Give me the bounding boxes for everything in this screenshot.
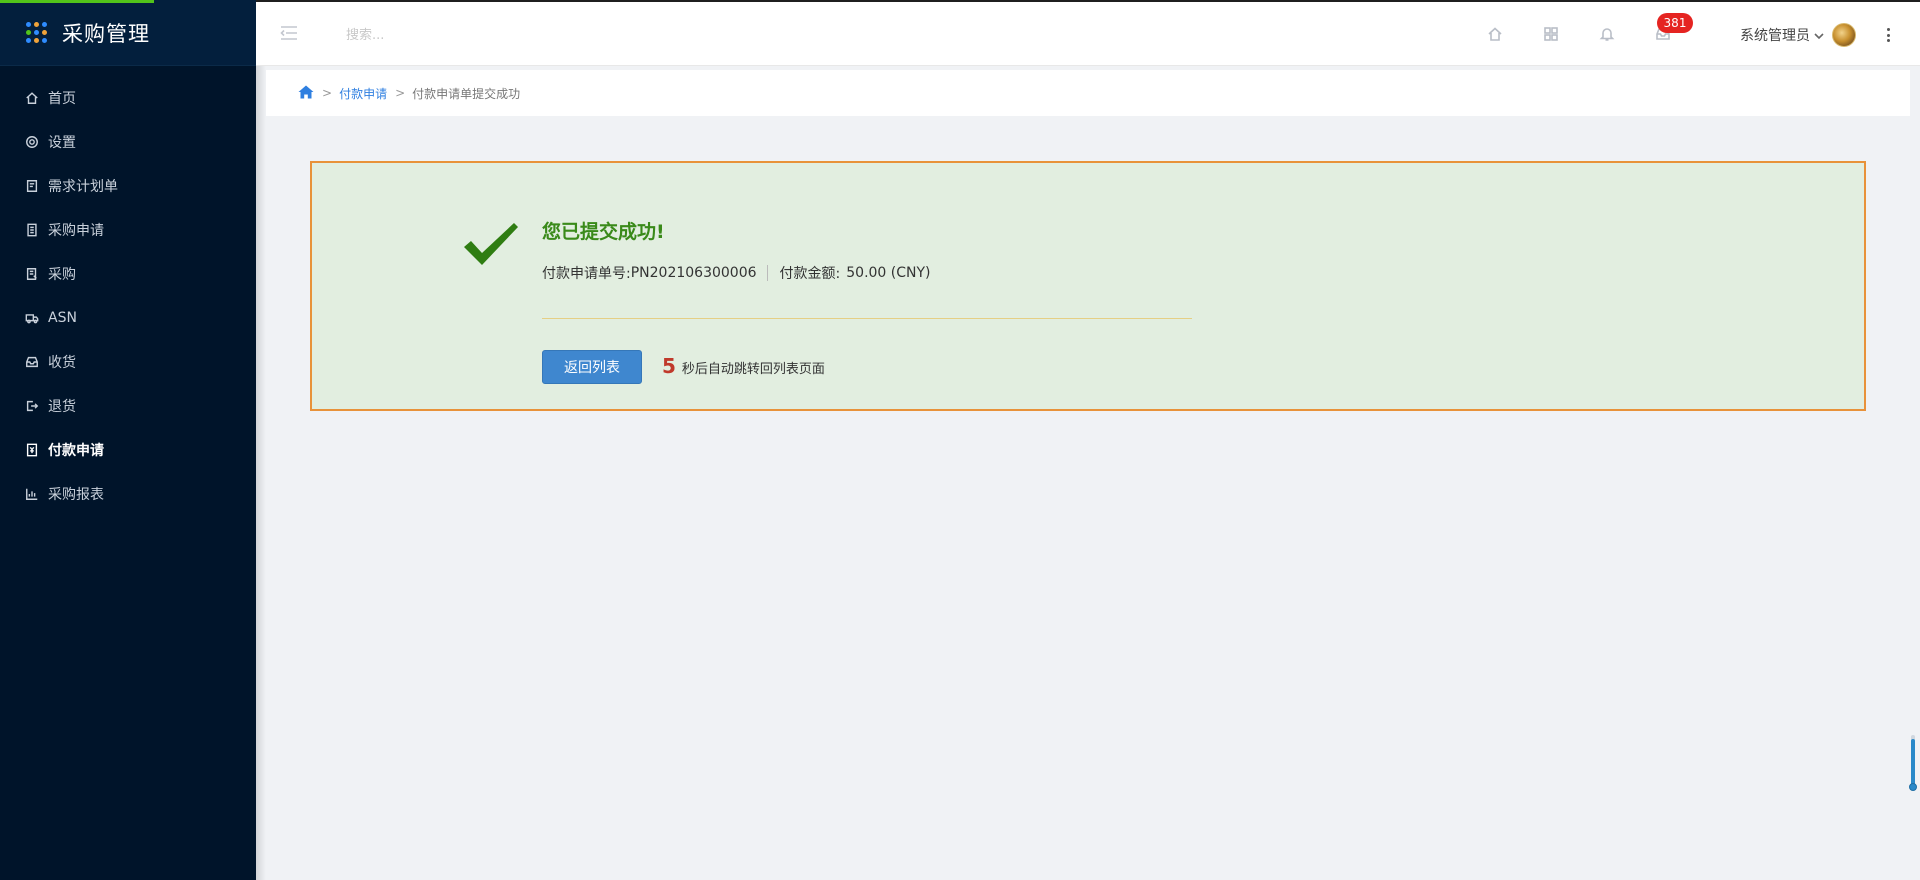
plan-icon	[24, 178, 40, 194]
apps-button[interactable]	[1541, 24, 1561, 44]
message-count-badge: 381	[1657, 13, 1693, 33]
sidebar-item-returns[interactable]: 退货	[0, 384, 256, 428]
notifications-button[interactable]	[1597, 24, 1617, 44]
sidebar-item-label: ASN	[48, 310, 77, 326]
amount-value: 50.00 (CNY)	[846, 265, 931, 281]
request-icon	[24, 222, 40, 238]
submission-info: 付款申请单号: PN202106300006 付款金额: 50.00 (CNY)	[542, 263, 931, 283]
sidebar-item-purchase-request[interactable]: 采购申请	[0, 208, 256, 252]
sidebar-item-demand-plan[interactable]: 需求计划单	[0, 164, 256, 208]
countdown-text: 秒后自动跳转回列表页面	[681, 362, 825, 377]
back-to-list-button[interactable]: 返回列表	[542, 350, 642, 384]
more-vertical-icon[interactable]	[1883, 26, 1893, 44]
user-name[interactable]: 系统管理员	[1740, 25, 1810, 45]
breadcrumb: > 付款申请 > 付款申请单提交成功	[266, 70, 1910, 116]
check-icon	[462, 221, 520, 269]
sidebar-shadow	[256, 0, 266, 880]
countdown-seconds: 5	[662, 354, 676, 378]
breadcrumb-link-payment-request[interactable]: 付款申请	[339, 85, 387, 102]
sidebar-item-label: 采购报表	[48, 487, 104, 503]
menu-collapse-button[interactable]	[278, 22, 300, 44]
loading-progress-bar	[0, 0, 154, 3]
menu-fold-icon	[280, 26, 297, 40]
success-title: 您已提交成功!	[542, 221, 665, 243]
order-number-value: PN202106300006	[630, 265, 757, 281]
scroll-handle[interactable]	[1909, 783, 1917, 791]
purchase-icon	[24, 266, 40, 282]
sidebar-header: 采购管理	[0, 0, 256, 66]
home-icon	[24, 90, 40, 106]
chart-icon	[24, 486, 40, 502]
sidebar-item-label: 需求计划单	[48, 179, 118, 195]
inbox-icon	[24, 354, 40, 370]
breadcrumb-current: 付款申请单提交成功	[412, 86, 521, 101]
scroll-thumb[interactable]	[1911, 739, 1915, 785]
success-panel: 您已提交成功! 付款申请单号: PN202106300006 付款金额: 50.…	[310, 161, 1866, 411]
sidebar-item-payment-request[interactable]: 付款申请	[0, 428, 256, 472]
info-divider	[766, 265, 768, 281]
divider	[542, 318, 1192, 319]
breadcrumb-separator: >	[395, 86, 406, 100]
bell-icon	[1599, 28, 1615, 41]
sidebar-item-settings[interactable]: 设置	[0, 120, 256, 164]
search-input[interactable]	[346, 21, 606, 49]
top-navbar: 381 系统管理员	[256, 0, 1920, 66]
sidebar-item-receiving[interactable]: 收货	[0, 340, 256, 384]
exit-icon	[24, 398, 40, 414]
order-number-label: 付款申请单号:	[542, 266, 631, 282]
redirect-countdown: 5 秒后自动跳转回列表页面	[662, 354, 825, 378]
sidebar: 采购管理 首页 设置 需求计划单 采购申请 采购 ASN 收货 退货 付款申请 …	[0, 0, 256, 880]
chevron-down-icon[interactable]	[1813, 27, 1825, 40]
avatar[interactable]	[1832, 23, 1856, 47]
sidebar-item-label: 设置	[48, 135, 76, 151]
grid-icon	[1544, 27, 1558, 41]
sidebar-menu: 首页 设置 需求计划单 采购申请 采购 ASN 收货 退货 付款申请 采购报表	[0, 66, 256, 516]
sidebar-item-label: 付款申请	[48, 443, 104, 459]
sidebar-item-label: 首页	[48, 91, 76, 107]
sidebar-item-label: 退货	[48, 399, 76, 415]
breadcrumb-separator: >	[322, 86, 333, 100]
sidebar-item-label: 收货	[48, 355, 76, 371]
sidebar-item-purchase-report[interactable]: 采购报表	[0, 472, 256, 516]
home-icon	[1488, 27, 1502, 41]
payment-icon	[24, 442, 40, 458]
truck-icon	[24, 310, 40, 326]
sidebar-item-label: 采购申请	[48, 223, 104, 239]
apps-grid-icon[interactable]	[26, 21, 48, 44]
home-nav-button[interactable]	[1485, 24, 1505, 44]
gear-icon	[24, 134, 40, 150]
app-title: 采购管理	[62, 21, 150, 46]
sidebar-item-purchase[interactable]: 采购	[0, 252, 256, 296]
scroll-indicator[interactable]	[1909, 735, 1917, 793]
sidebar-item-home[interactable]: 首页	[0, 76, 256, 120]
amount-label: 付款金额:	[779, 266, 841, 282]
sidebar-item-asn[interactable]: ASN	[0, 296, 256, 340]
sidebar-item-label: 采购	[48, 267, 76, 283]
home-icon[interactable]	[298, 85, 314, 102]
